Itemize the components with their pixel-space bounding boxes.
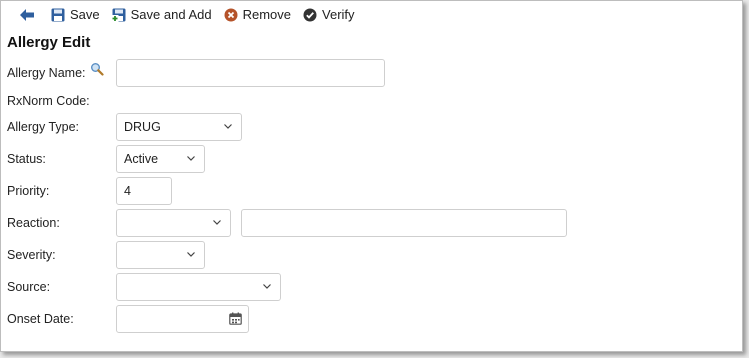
source-select[interactable] — [116, 273, 281, 301]
floppy-disk-add-icon — [111, 8, 126, 22]
save-and-add-label: Save and Add — [130, 7, 212, 22]
reaction-label: Reaction: — [7, 216, 60, 230]
chevron-down-icon — [263, 284, 271, 289]
back-arrow-icon — [20, 8, 34, 21]
reaction-select[interactable] — [116, 209, 231, 237]
chevron-down-icon — [187, 156, 195, 161]
verify-label: Verify — [322, 7, 355, 22]
allergy-edit-window: Save Save and Add Remove Verify Allergy … — [0, 0, 743, 352]
reaction-text-input[interactable] — [241, 209, 567, 237]
floppy-disk-icon — [51, 8, 65, 21]
save-and-add-button[interactable]: Save and Add — [111, 7, 212, 22]
allergy-type-row: Allergy Type: DRUG — [1, 113, 742, 141]
remove-circle-icon — [224, 8, 238, 21]
chevron-down-icon — [187, 252, 195, 257]
allergy-type-select[interactable]: DRUG — [116, 113, 242, 141]
source-label: Source: — [7, 280, 51, 294]
priority-row: Priority: 4 — [1, 177, 742, 205]
status-select[interactable]: Active — [116, 145, 205, 173]
calendar-icon[interactable] — [229, 312, 242, 325]
magnifier-icon[interactable] — [90, 62, 104, 76]
allergy-name-input[interactable] — [116, 59, 385, 87]
severity-select[interactable] — [116, 241, 205, 269]
remove-label: Remove — [242, 7, 292, 22]
back-button[interactable] — [19, 8, 35, 22]
priority-input[interactable]: 4 — [116, 177, 172, 205]
status-row: Status: Active — [1, 145, 742, 173]
rxnorm-code-label: RxNorm Code: — [7, 94, 90, 108]
onset-date-label: Onset Date: — [7, 312, 74, 326]
onset-date-input[interactable] — [116, 305, 249, 333]
reaction-row: Reaction: — [1, 209, 742, 237]
allergy-name-label: Allergy Name: — [7, 66, 86, 80]
priority-label: Priority: — [7, 184, 50, 198]
onset-date-row: Onset Date: — [1, 305, 742, 333]
remove-button[interactable]: Remove — [224, 7, 291, 22]
status-label: Status: — [7, 152, 46, 166]
severity-label: Severity: — [7, 248, 56, 262]
check-circle-icon — [303, 8, 317, 21]
rxnorm-code-row: RxNorm Code: — [1, 87, 742, 115]
allergy-type-label: Allergy Type: — [7, 120, 80, 134]
severity-row: Severity: — [1, 241, 742, 269]
verify-button[interactable]: Verify — [303, 7, 355, 22]
save-button[interactable]: Save — [51, 7, 100, 22]
status-value: Active — [124, 152, 159, 166]
toolbar: Save Save and Add Remove Verify — [1, 1, 742, 28]
save-label: Save — [70, 7, 100, 22]
allergy-type-value: DRUG — [124, 120, 161, 134]
chevron-down-icon — [224, 124, 232, 129]
page-title: Allergy Edit — [7, 34, 91, 51]
chevron-down-icon — [213, 220, 221, 225]
source-row: Source: — [1, 273, 742, 301]
allergy-name-row: Allergy Name: — [1, 59, 742, 87]
